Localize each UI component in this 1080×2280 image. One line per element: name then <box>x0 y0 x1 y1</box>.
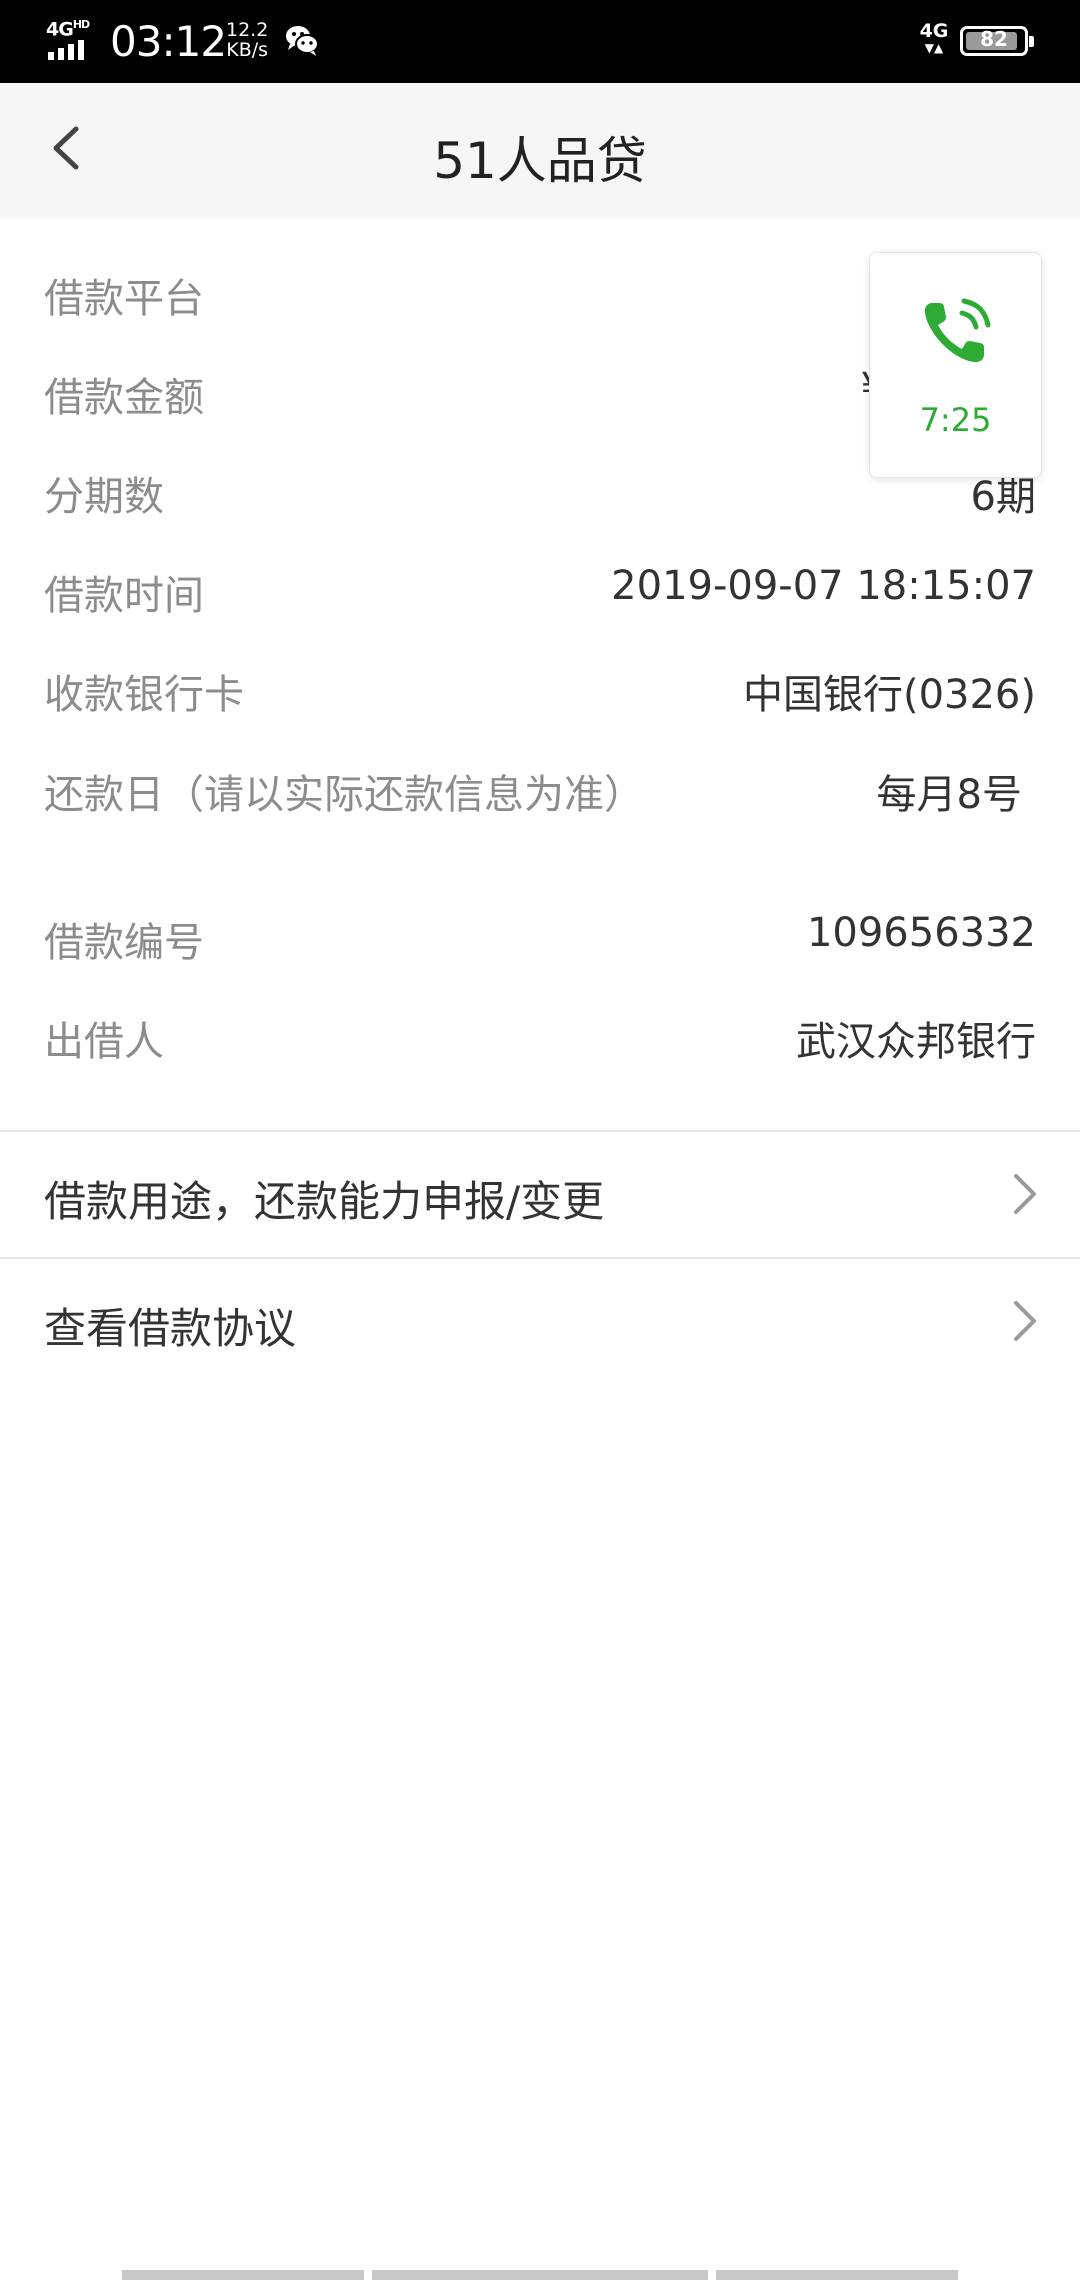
detail-row-repayment-day: 还款日（请以实际还款信息为准） 每月8号 <box>44 762 1036 822</box>
bottom-nav-segment <box>716 2270 958 2280</box>
loan-purpose-link[interactable]: 借款用途，还款能力申报/变更 <box>0 1132 1080 1256</box>
link-label: 借款用途，还款能力申报/变更 <box>44 1177 605 1226</box>
page-title: 51人品贷 <box>433 132 647 190</box>
mobile-data-icon: 4G ▼▲ <box>919 20 949 55</box>
detail-value: 每月8号 <box>876 772 1022 818</box>
bottom-nav-segment <box>372 2270 708 2280</box>
nav-header: 51人品贷 <box>0 83 1080 218</box>
detail-label: 借款平台 <box>44 276 204 322</box>
network-speed: 12.2 KB/s <box>226 19 269 61</box>
loan-agreement-link[interactable]: 查看借款协议 <box>0 1259 1080 1383</box>
detail-label: 借款编号 <box>44 920 204 966</box>
detail-row-lender: 出借人 武汉众邦银行 <box>44 1009 1036 1069</box>
detail-row-bank-card: 收款银行卡 中国银行(0326) <box>44 662 1036 722</box>
detail-label: 借款金额 <box>44 375 204 421</box>
chevron-right-icon <box>1014 1174 1036 1214</box>
call-timer: 7:25 <box>919 401 992 439</box>
detail-value: 109656332 <box>806 910 1036 956</box>
bottom-nav-segment <box>122 2270 364 2280</box>
detail-label: 借款时间 <box>44 573 204 619</box>
detail-row-loan-number: 借款编号 109656332 <box>44 910 1036 970</box>
call-floating-widget[interactable]: 7:25 <box>869 252 1042 478</box>
link-label: 查看借款协议 <box>44 1304 297 1353</box>
detail-value: 中国银行(0326) <box>742 672 1036 718</box>
detail-label: 还款日（请以实际还款信息为准） <box>44 772 644 818</box>
wechat-icon <box>286 26 319 56</box>
detail-label: 分期数 <box>44 474 164 520</box>
cellular-signal-icon: 4GHD <box>46 18 98 60</box>
detail-value: 武汉众邦银行 <box>796 1019 1036 1065</box>
detail-label: 出借人 <box>44 1019 164 1065</box>
phone-call-icon <box>924 298 991 363</box>
chevron-right-icon <box>1014 1301 1036 1341</box>
detail-row-loan-time: 借款时间 2019-09-07 18:15:07 <box>44 563 1036 623</box>
status-time: 03:12 <box>110 17 227 66</box>
battery-level: 82 <box>980 27 1008 51</box>
status-bar: 4GHD 03:12 12.2 KB/s 4G ▼▲ 82 <box>0 0 1080 83</box>
detail-value: 2019-09-07 18:15:07 <box>611 563 1036 609</box>
battery-icon: 82 <box>960 26 1034 56</box>
detail-label: 收款银行卡 <box>44 672 244 718</box>
